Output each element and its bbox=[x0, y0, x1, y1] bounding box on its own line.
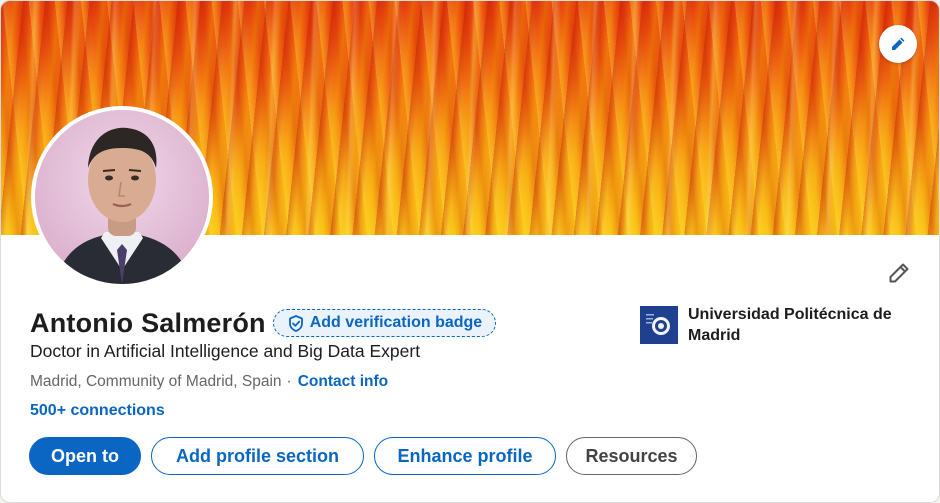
shield-check-icon bbox=[288, 314, 303, 332]
open-to-button[interactable]: Open to bbox=[29, 437, 141, 475]
resources-button[interactable]: Resources bbox=[566, 437, 697, 475]
profile-headline: Doctor in Artificial Intelligence and Bi… bbox=[30, 341, 421, 361]
profile-photo[interactable] bbox=[31, 106, 213, 288]
university-seal-icon bbox=[644, 310, 674, 340]
education-entry[interactable]: Universidad Politécnica de Madrid bbox=[640, 306, 918, 346]
university-name: Universidad Politécnica de Madrid bbox=[688, 306, 892, 344]
pencil-icon bbox=[892, 37, 905, 50]
add-verification-badge-button[interactable]: Add verification badge bbox=[272, 309, 497, 337]
edit-intro-button[interactable] bbox=[883, 257, 915, 289]
name-row: Antonio Salmerón Add verification badge bbox=[30, 305, 497, 341]
pencil-icon bbox=[889, 263, 909, 283]
profile-actions: Open to Add profile section Enhance prof… bbox=[29, 437, 697, 475]
add-profile-section-button[interactable]: Add profile section bbox=[151, 437, 364, 475]
separator-dot: · bbox=[286, 373, 292, 390]
connections-link[interactable]: 500+ connections bbox=[30, 402, 165, 420]
enhance-profile-button[interactable]: Enhance profile bbox=[374, 437, 556, 475]
university-logo bbox=[640, 306, 678, 344]
edit-banner-button[interactable] bbox=[879, 25, 917, 63]
profile-card: Antonio Salmerón Add verification badge … bbox=[0, 0, 940, 503]
profile-location: Madrid, Community of Madrid, Spain bbox=[30, 373, 282, 390]
avatar bbox=[35, 110, 209, 284]
location-row: Madrid, Community of Madrid, Spain · Con… bbox=[30, 373, 388, 391]
verification-badge-label: Add verification badge bbox=[309, 314, 483, 331]
profile-name: Antonio Salmerón bbox=[30, 307, 266, 338]
contact-info-link[interactable]: Contact info bbox=[298, 373, 388, 391]
